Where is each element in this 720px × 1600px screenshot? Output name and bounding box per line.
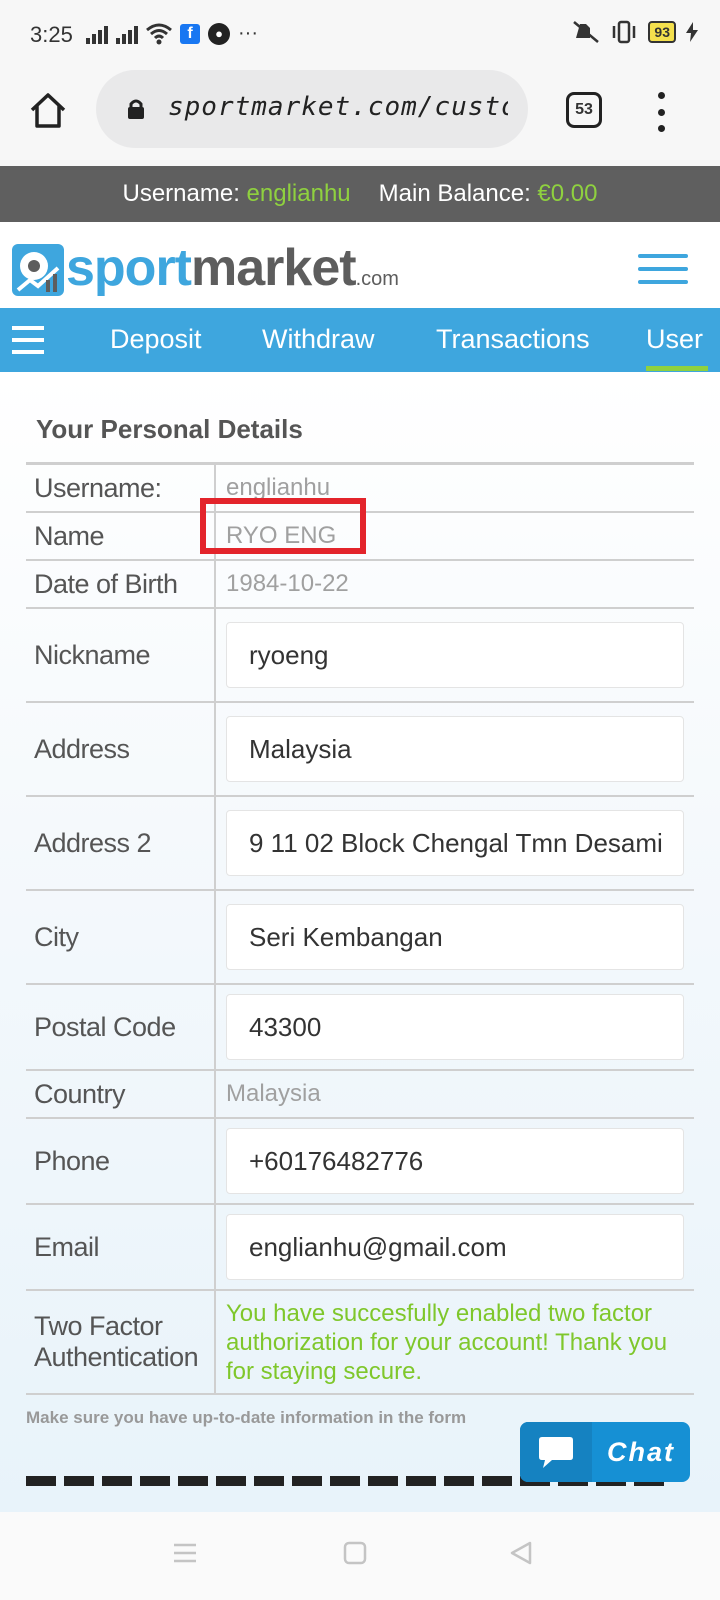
account-strip: Username: englianhu Main Balance: €0.00 (0, 166, 720, 222)
more-options-icon[interactable] (656, 92, 666, 132)
nickname-input[interactable]: ryoeng (226, 622, 684, 688)
username-value: englianhu (246, 180, 351, 207)
row-address2: Address 2 9 11 02 Block Chengal Tmn Desa… (26, 797, 694, 891)
nav-withdraw[interactable]: Withdraw (262, 324, 375, 355)
balance-value: €0.00 (537, 180, 598, 207)
status-time: 3:25 (30, 22, 73, 47)
nav-user[interactable]: User (646, 324, 703, 355)
more-notifications-icon: ··· (238, 22, 258, 44)
value-country: Malaysia (226, 1080, 321, 1107)
sportmarket-logo-text[interactable]: sportmarket.com (66, 238, 399, 309)
address-bar[interactable]: sportmarket.com/custo (96, 70, 528, 148)
row-country: Country Malaysia (26, 1071, 694, 1119)
nav-active-indicator (646, 366, 708, 371)
main-nav: Deposit Withdraw Transactions User (0, 308, 720, 372)
tab-switcher-button[interactable]: 53 (566, 92, 602, 128)
facebook-icon: f (180, 23, 200, 44)
label-dob: Date of Birth (26, 561, 216, 607)
phone-input[interactable]: +60176482776 (226, 1128, 684, 1194)
two-factor-status: You have succesfully enabled two factor … (226, 1299, 668, 1385)
row-email: Email englianhu@gmail.com (26, 1205, 694, 1291)
url-text[interactable]: sportmarket.com/custo (168, 92, 508, 122)
label-nickname: Nickname (26, 609, 216, 701)
label-phone: Phone (26, 1119, 216, 1203)
chat-bubble-icon (520, 1422, 592, 1482)
personal-details-table: Username: englianhu Name RYO ENG Date of… (26, 462, 694, 1395)
recent-apps-icon[interactable] (172, 1540, 198, 1566)
signal-icon (86, 24, 108, 44)
reddit-icon: ● (208, 22, 230, 45)
vibrate-icon (613, 20, 636, 44)
label-country: Country (26, 1071, 216, 1117)
nav-transactions[interactable]: Transactions (436, 324, 590, 355)
username-display: Username: englianhu (122, 180, 351, 207)
row-two-factor: Two Factor Authentication You have succe… (26, 1291, 694, 1395)
status-right-icons: 93 (572, 20, 698, 44)
label-email: Email (26, 1205, 216, 1289)
section-title: Your Personal Details (36, 414, 303, 444)
row-address: Address Malaysia (26, 703, 694, 797)
email-input[interactable]: englianhu@gmail.com (226, 1214, 684, 1280)
lock-icon (128, 99, 144, 119)
label-city: City (26, 891, 216, 983)
address2-input[interactable]: 9 11 02 Block Chengal Tmn Desami (226, 810, 684, 876)
nav-menu-icon[interactable] (12, 326, 44, 354)
highlight-box (200, 498, 366, 554)
status-left-icons: f ● ··· (86, 22, 258, 45)
label-address2: Address 2 (26, 797, 216, 889)
label-name: Name (26, 513, 216, 559)
info-note: Make sure you have up-to-date informatio… (26, 1408, 467, 1427)
label-address: Address (26, 703, 216, 795)
wifi-icon (146, 23, 172, 44)
row-phone: Phone +60176482776 (26, 1119, 694, 1205)
nav-deposit[interactable]: Deposit (110, 324, 202, 355)
mute-icon (573, 21, 600, 43)
row-postal-code: Postal Code 43300 (26, 985, 694, 1071)
label-postal-code: Postal Code (26, 985, 216, 1069)
balance-display: Main Balance: €0.00 (378, 180, 598, 207)
chat-button[interactable]: Chat (520, 1422, 690, 1482)
city-input[interactable]: Seri Kembangan (226, 904, 684, 970)
sportmarket-logo-icon[interactable] (12, 244, 64, 296)
browser-toolbar: sportmarket.com/custo 53 (0, 70, 720, 166)
site-menu-icon[interactable] (638, 254, 688, 284)
site-header: sportmarket.com (0, 222, 720, 308)
back-icon[interactable] (508, 1540, 534, 1566)
row-dob: Date of Birth 1984-10-22 (26, 561, 694, 609)
value-dob: 1984-10-22 (226, 570, 349, 597)
address-input[interactable]: Malaysia (226, 716, 684, 782)
postal-code-input[interactable]: 43300 (226, 994, 684, 1060)
row-city: City Seri Kembangan (26, 891, 694, 985)
home-icon[interactable] (28, 90, 68, 130)
label-two-factor: Two Factor Authentication (26, 1291, 216, 1393)
battery-icon: 93 (648, 21, 676, 43)
signal-icon-2 (116, 24, 138, 44)
status-bar: 3:25 f ● ··· 93 (0, 0, 720, 70)
home-nav-icon[interactable] (342, 1540, 368, 1566)
label-username: Username: (26, 465, 216, 511)
system-nav-bar (0, 1512, 720, 1600)
chat-label: Chat (607, 1436, 675, 1467)
charging-icon (686, 22, 698, 42)
row-nickname: Nickname ryoeng (26, 609, 694, 703)
